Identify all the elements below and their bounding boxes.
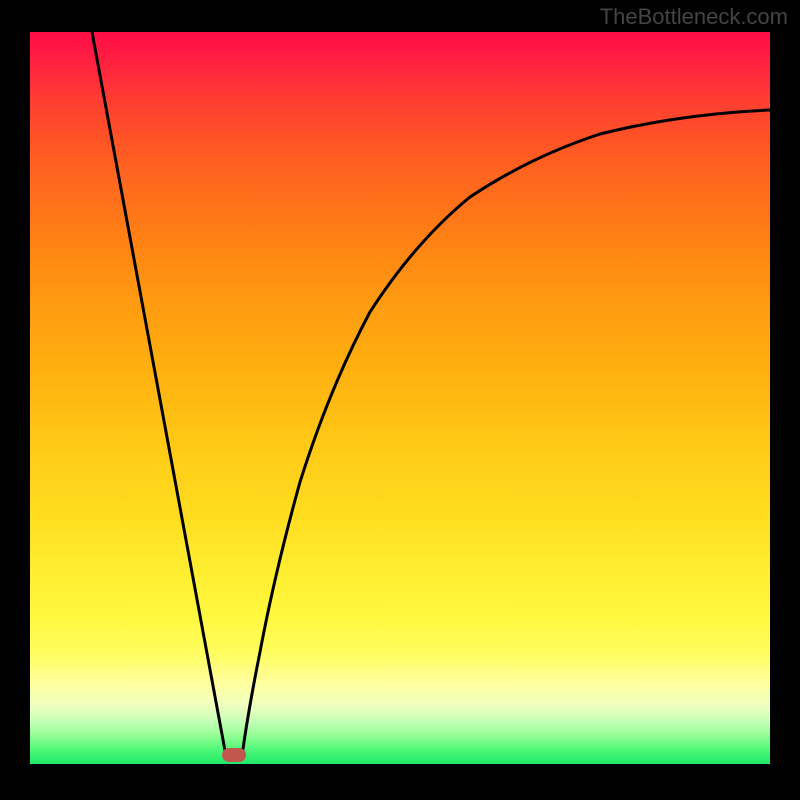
right-curve-path (242, 110, 770, 756)
chart-container: TheBottleneck.com (0, 0, 800, 800)
left-line-path (92, 32, 226, 756)
watermark-text: TheBottleneck.com (600, 4, 788, 30)
bottleneck-marker (222, 748, 246, 762)
chart-curves (30, 32, 770, 764)
